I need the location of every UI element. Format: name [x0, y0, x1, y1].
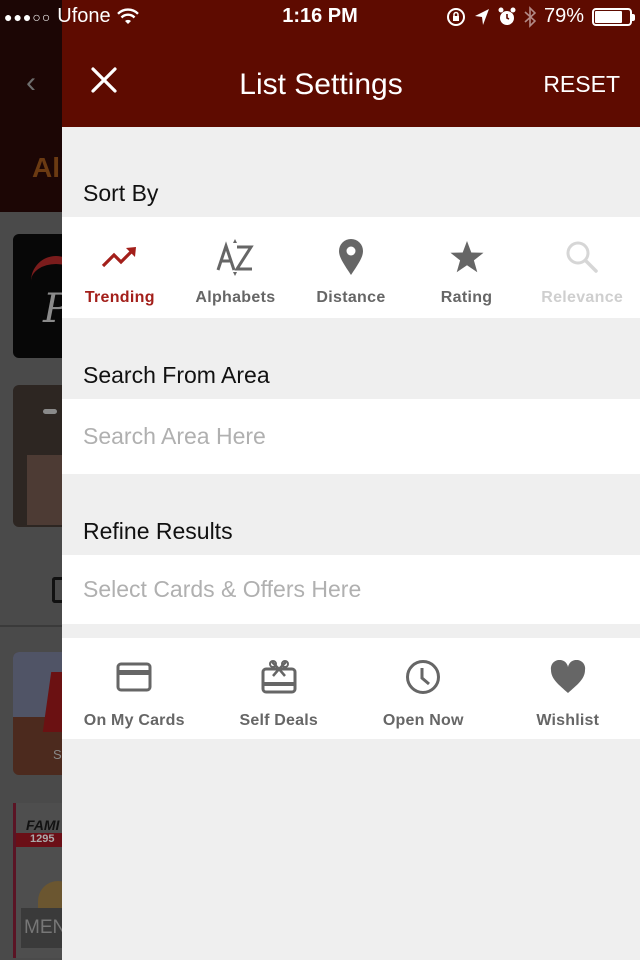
filter-label: Self Deals — [239, 712, 318, 729]
alarm-icon — [498, 7, 516, 25]
map-pin-icon — [338, 239, 363, 275]
battery-icon — [592, 7, 635, 26]
search-area-input[interactable] — [83, 423, 623, 450]
filter-label: On My Cards — [83, 712, 185, 729]
location-icon — [474, 8, 489, 25]
back-chevron-icon[interactable]: ‹ — [26, 66, 36, 100]
deal-price: 1295 — [16, 833, 66, 847]
filter-label: Wishlist — [536, 712, 600, 729]
filter-open-now[interactable]: Open Now — [351, 638, 496, 739]
clock-icon — [406, 660, 441, 694]
trending-icon — [101, 247, 136, 268]
people-shape — [27, 455, 67, 525]
light-shape — [43, 409, 57, 414]
credit-card-icon — [116, 662, 152, 692]
sort-option-relevance[interactable]: Relevance — [524, 217, 640, 318]
star-icon — [450, 241, 484, 273]
gift-card-icon — [261, 660, 297, 694]
page-title: List Settings — [239, 68, 403, 101]
sort-option-label: Relevance — [541, 289, 624, 306]
cards-offers-input[interactable] — [83, 576, 623, 603]
sort-option-label: Trending — [84, 289, 155, 306]
search-area-field-container — [62, 399, 640, 474]
sort-options: Trending Alphabets Distance Rating Relev… — [62, 217, 640, 318]
list-settings-panel: List Settings RESET Sort By Trending Alp… — [62, 0, 640, 960]
search-from-area-label: Search From Area — [83, 362, 270, 388]
background-divider — [0, 625, 62, 627]
battery-level-fill — [595, 10, 622, 23]
sort-option-trending[interactable]: Trending — [62, 217, 178, 318]
cards-offers-field-container — [62, 555, 640, 624]
alphabet-sort-icon — [216, 239, 255, 276]
deal-title: FAMI — [26, 817, 60, 833]
refine-results-label: Refine Results — [83, 518, 233, 544]
sort-option-distance[interactable]: Distance — [293, 217, 409, 318]
heart-icon — [550, 660, 585, 693]
sort-option-label: Rating — [440, 289, 493, 306]
reset-button[interactable]: RESET — [543, 71, 620, 98]
sort-option-label: Alphabets — [195, 289, 276, 306]
filter-on-my-cards[interactable]: On My Cards — [62, 638, 207, 739]
search-icon — [566, 241, 598, 273]
battery-percent: 79% — [543, 5, 584, 27]
sort-option-label: Distance — [316, 289, 386, 306]
filter-self-deals[interactable]: Self Deals — [207, 638, 352, 739]
bluetooth-icon — [524, 5, 536, 28]
filter-label: Open Now — [382, 712, 464, 729]
rotation-lock-icon — [446, 7, 465, 26]
sort-option-rating[interactable]: Rating — [409, 217, 525, 318]
refine-filters: On My Cards Self Deals Open Now Wishlist — [62, 638, 640, 739]
status-bar: ●●●○○ Ufone 1:16 PM 79% — [0, 0, 640, 34]
sort-by-label: Sort By — [83, 180, 159, 206]
filter-wishlist[interactable]: Wishlist — [496, 638, 640, 739]
sort-option-alphabets[interactable]: Alphabets — [178, 217, 294, 318]
